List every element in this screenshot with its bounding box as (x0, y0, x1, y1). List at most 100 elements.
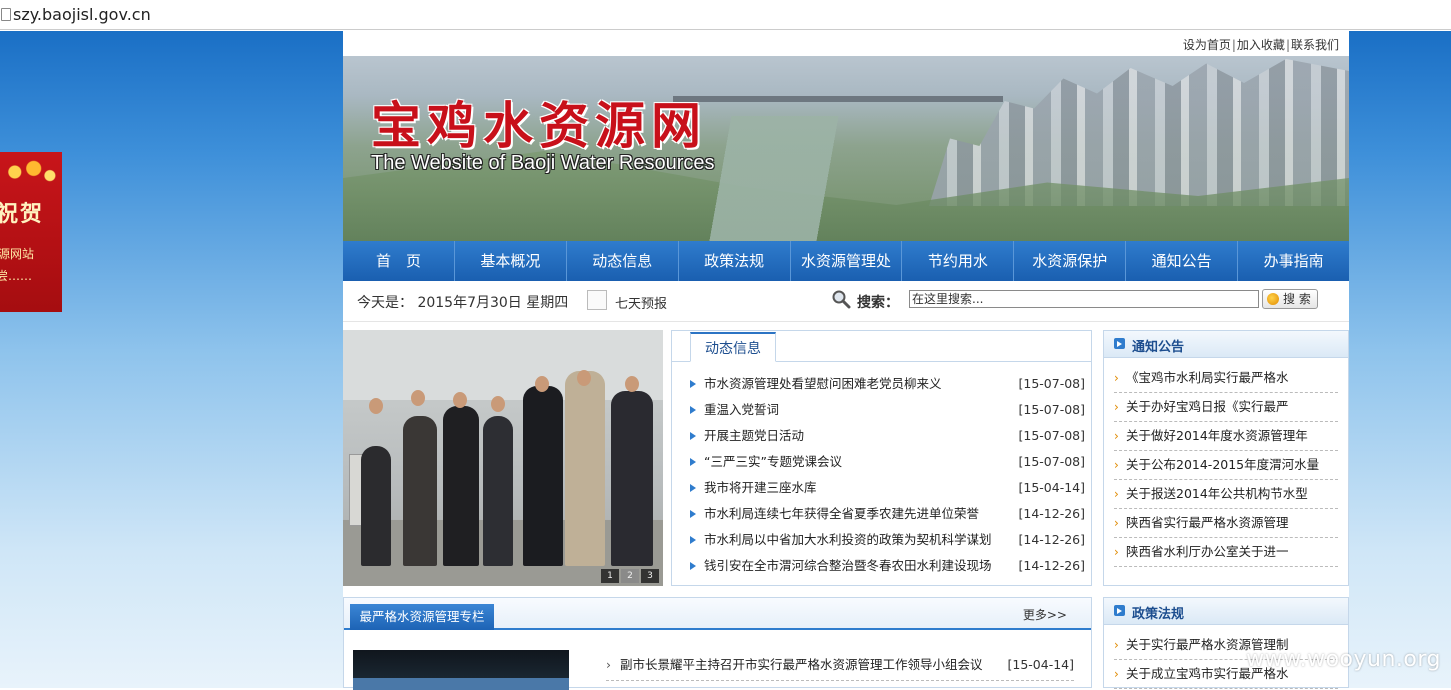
search-button[interactable]: 搜 索 (1262, 289, 1318, 309)
news-title[interactable]: 市水利局连续七年获得全省夏季农建先进单位荣誉 (704, 501, 979, 527)
news-photo-slideshow[interactable]: 1 2 3 (343, 330, 663, 586)
header-banner: 宝鸡水资源网 The Website of Baoji Water Resour… (343, 56, 1349, 241)
news-title[interactable]: 市水资源管理处看望慰问困难老党员柳来义 (704, 371, 942, 397)
nav-home[interactable]: 首 页 (343, 241, 455, 281)
person-head (535, 376, 549, 392)
slide-page-3[interactable]: 3 (641, 569, 659, 583)
main-container: 设为首页|加入收藏|联系我们 宝鸡水资源网 The Website of Bao… (343, 31, 1349, 690)
notice-title[interactable]: 关于报送2014年公共机构节水型 (1126, 486, 1308, 501)
bullet-arrow-icon (690, 406, 696, 414)
nav-management-office[interactable]: 水资源管理处 (791, 241, 903, 281)
page-icon (1, 8, 11, 21)
notice-title[interactable]: 关于公布2014-2015年度渭河水量 (1126, 457, 1319, 472)
nav-policy[interactable]: 政策法规 (679, 241, 791, 281)
nav-overview[interactable]: 基本概况 (455, 241, 567, 281)
person (611, 391, 653, 566)
person-head (491, 396, 505, 412)
special-thumbnail[interactable] (353, 650, 569, 690)
news-box: 动态信息 市水资源管理处看望慰问困难老党员柳来义 [15-07-08] 重温入党誓… (671, 330, 1092, 586)
news-item[interactable]: 钱引安在全市渭河综合整治暨冬春农田水利建设现场 [14-12-26] (690, 553, 1085, 579)
news-item[interactable]: 我市将开建三座水库 [15-04-14] (690, 475, 1085, 501)
floating-ad[interactable]: 祝贺 源网站 尝…… (0, 152, 62, 312)
news-date: [15-04-14] (1018, 480, 1086, 495)
notice-item[interactable]: › 关于报送2014年公共机构节水型 (1114, 480, 1338, 509)
notice-title[interactable]: 陕西省水利厅办公室关于进一 (1126, 544, 1289, 559)
special-date: [15-04-14] (1007, 657, 1075, 672)
watermark: www.wooyun.org (1246, 647, 1441, 672)
search-label: 搜索： (857, 295, 899, 311)
notice-item[interactable]: › 陕西省水利厅办公室关于进一 (1114, 538, 1338, 567)
notice-item[interactable]: › 陕西省实行最严格水资源管理 (1114, 509, 1338, 538)
bullet-arrow-icon (690, 536, 696, 544)
separator: | (1285, 38, 1290, 52)
notice-item[interactable]: › 《宝鸡市水利局实行最严格水 (1114, 364, 1338, 393)
search-button-label: 搜 索 (1283, 292, 1311, 306)
slide-page-1[interactable]: 1 (601, 569, 619, 583)
news-title[interactable]: 我市将开建三座水库 (704, 475, 817, 501)
set-homepage-link[interactable]: 设为首页 (1183, 38, 1231, 52)
special-item[interactable]: › 副市长景耀平主持召开市实行最严格水资源管理工作领导小组会议 [15-04-1… (606, 652, 1074, 681)
news-item[interactable]: “三严三实”专题党课会议 [15-07-08] (690, 449, 1085, 475)
person-head (625, 376, 639, 392)
bullet-arrow-icon (690, 562, 696, 570)
tab-strict-management[interactable]: 最严格水资源管理专栏 (350, 604, 494, 630)
notice-item[interactable]: › 关于做好2014年度水资源管理年 (1114, 422, 1338, 451)
notice-title[interactable]: 陕西省实行最严格水资源管理 (1126, 515, 1289, 530)
ad-line-1: 祝贺 (0, 201, 45, 227)
news-item[interactable]: 重温入党誓词 [15-07-08] (690, 397, 1085, 423)
site-title: 宝鸡水资源网 (371, 96, 707, 155)
news-title[interactable]: 钱引安在全市渭河综合整治暨冬春农田水利建设现场 (704, 553, 992, 579)
contact-us-link[interactable]: 联系我们 (1291, 38, 1339, 52)
nav-guide[interactable]: 办事指南 (1238, 241, 1349, 281)
chevron-right-icon: › (1114, 638, 1119, 652)
person (443, 406, 479, 566)
weather-forecast-link[interactable]: 七天预报 (615, 293, 667, 312)
chevron-right-icon: › (1114, 487, 1119, 501)
chevron-right-icon: › (1114, 545, 1119, 559)
slide-page-2[interactable]: 2 (621, 569, 639, 583)
notice-item[interactable]: › 关于办好宝鸡日报《实行最严 (1114, 393, 1338, 422)
tab-news[interactable]: 动态信息 (690, 332, 776, 362)
nav-notices[interactable]: 通知公告 (1126, 241, 1239, 281)
news-date: [15-07-08] (1018, 428, 1086, 443)
bullet-arrow-icon (690, 510, 696, 518)
photo-sky (343, 330, 663, 400)
panel-header: 政策法规 (1104, 598, 1348, 625)
notice-title[interactable]: 关于做好2014年度水资源管理年 (1126, 428, 1308, 443)
info-bar: 今天是： 2015年7月30日 星期四 七天预报 搜索： 在这里搜索... 搜 … (343, 281, 1349, 322)
person (565, 371, 605, 566)
news-item[interactable]: 市水利局连续七年获得全省夏季农建先进单位荣誉 [14-12-26] (690, 501, 1085, 527)
notice-title[interactable]: 《宝鸡市水利局实行最严格水 (1126, 370, 1289, 385)
notice-panel: 通知公告 › 《宝鸡市水利局实行最严格水 › 关于办好宝鸡日报《实行最严 › 关于做好… (1103, 330, 1349, 586)
notice-item[interactable]: › 关于公布2014-2015年度渭河水量 (1114, 451, 1338, 480)
news-title[interactable]: “三严三实”专题党课会议 (704, 449, 842, 475)
notice-title[interactable]: 关于办好宝鸡日报《实行最严 (1126, 399, 1289, 414)
news-item[interactable]: 开展主题党日活动 [15-07-08] (690, 423, 1085, 449)
add-favorite-link[interactable]: 加入收藏 (1237, 38, 1285, 52)
news-item[interactable]: 市水资源管理处看望慰问困难老党员柳来义 [15-07-08] (690, 371, 1085, 397)
panel-title[interactable]: 政策法规 (1132, 603, 1184, 622)
news-date: [15-07-08] (1018, 454, 1086, 469)
panel-title[interactable]: 通知公告 (1132, 336, 1184, 355)
news-title[interactable]: 市水利局以中省加大水利投资的政策为契机科学谋划 (704, 527, 992, 553)
policy-panel: 政策法规 › 关于实行最严格水资源管理制 › 关于成立宝鸡市实行最严格水 (1103, 597, 1349, 689)
nav-water-protection[interactable]: 水资源保护 (1014, 241, 1127, 281)
news-date: [14-12-26] (1018, 532, 1086, 547)
news-title[interactable]: 重温入党誓词 (704, 397, 779, 423)
person-head (411, 390, 425, 406)
weather-icon[interactable] (587, 290, 607, 310)
news-date: [14-12-26] (1018, 506, 1086, 521)
bullet-icon: › (606, 657, 611, 672)
news-item[interactable]: 市水利局以中省加大水利投资的政策为契机科学谋划 [14-12-26] (690, 527, 1085, 553)
special-title[interactable]: 副市长景耀平主持召开市实行最严格水资源管理工作领导小组会议 (620, 652, 983, 678)
address-bar[interactable]: szy.baojisl.gov.cn (0, 0, 1451, 30)
site-subtitle: The Website of Baoji Water Resources (371, 152, 715, 174)
more-link[interactable]: 更多>> (1023, 606, 1067, 623)
news-list: 市水资源管理处看望慰问困难老党员柳来义 [15-07-08] 重温入党誓词 [15-… (690, 371, 1085, 579)
chevron-right-icon: › (1114, 400, 1119, 414)
news-title[interactable]: 开展主题党日活动 (704, 423, 804, 449)
search-input[interactable]: 在这里搜索... (909, 290, 1259, 308)
nav-news[interactable]: 动态信息 (567, 241, 679, 281)
nav-water-saving[interactable]: 节约用水 (902, 241, 1015, 281)
url-text[interactable]: szy.baojisl.gov.cn (13, 5, 151, 24)
